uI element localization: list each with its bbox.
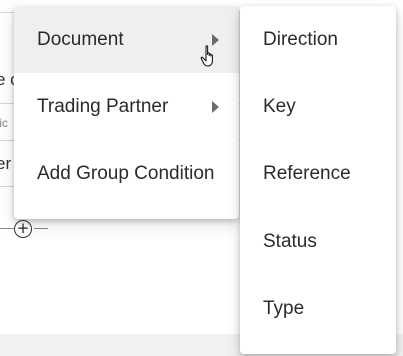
- plus-circle-icon[interactable]: +: [14, 220, 32, 238]
- submenu-item-type[interactable]: Type: [240, 276, 396, 342]
- menu-item-label: Add Group Condition: [37, 163, 215, 184]
- menu-item-label: Trading Partner: [37, 96, 169, 117]
- submenu-item-direction[interactable]: Direction: [240, 7, 396, 73]
- hand-pointer-icon: [200, 45, 213, 67]
- caret-right-icon: [212, 101, 219, 113]
- background-label: tic: [0, 116, 8, 130]
- submenu-item-status[interactable]: Status: [240, 209, 396, 275]
- submenu-item-key[interactable]: Key: [240, 74, 396, 140]
- divider: [34, 228, 48, 229]
- menu-item-add-group-condition[interactable]: Add Group Condition: [14, 141, 239, 207]
- condition-menu: Document Trading Partner Add Group Condi…: [14, 7, 239, 219]
- submenu-item-label: Type: [263, 298, 305, 319]
- submenu-item-label: Direction: [263, 29, 338, 50]
- submenu-item-label: Status: [263, 231, 317, 252]
- submenu-item-reference[interactable]: Reference: [240, 141, 396, 207]
- document-submenu: Direction Key Reference Status Type: [240, 6, 396, 354]
- submenu-item-label: Key: [263, 96, 296, 117]
- background-text: er: [0, 154, 12, 173]
- menu-item-label: Document: [37, 29, 124, 50]
- divider: [0, 228, 14, 229]
- menu-item-trading-partner[interactable]: Trading Partner: [14, 74, 239, 140]
- submenu-item-label: Reference: [263, 163, 351, 184]
